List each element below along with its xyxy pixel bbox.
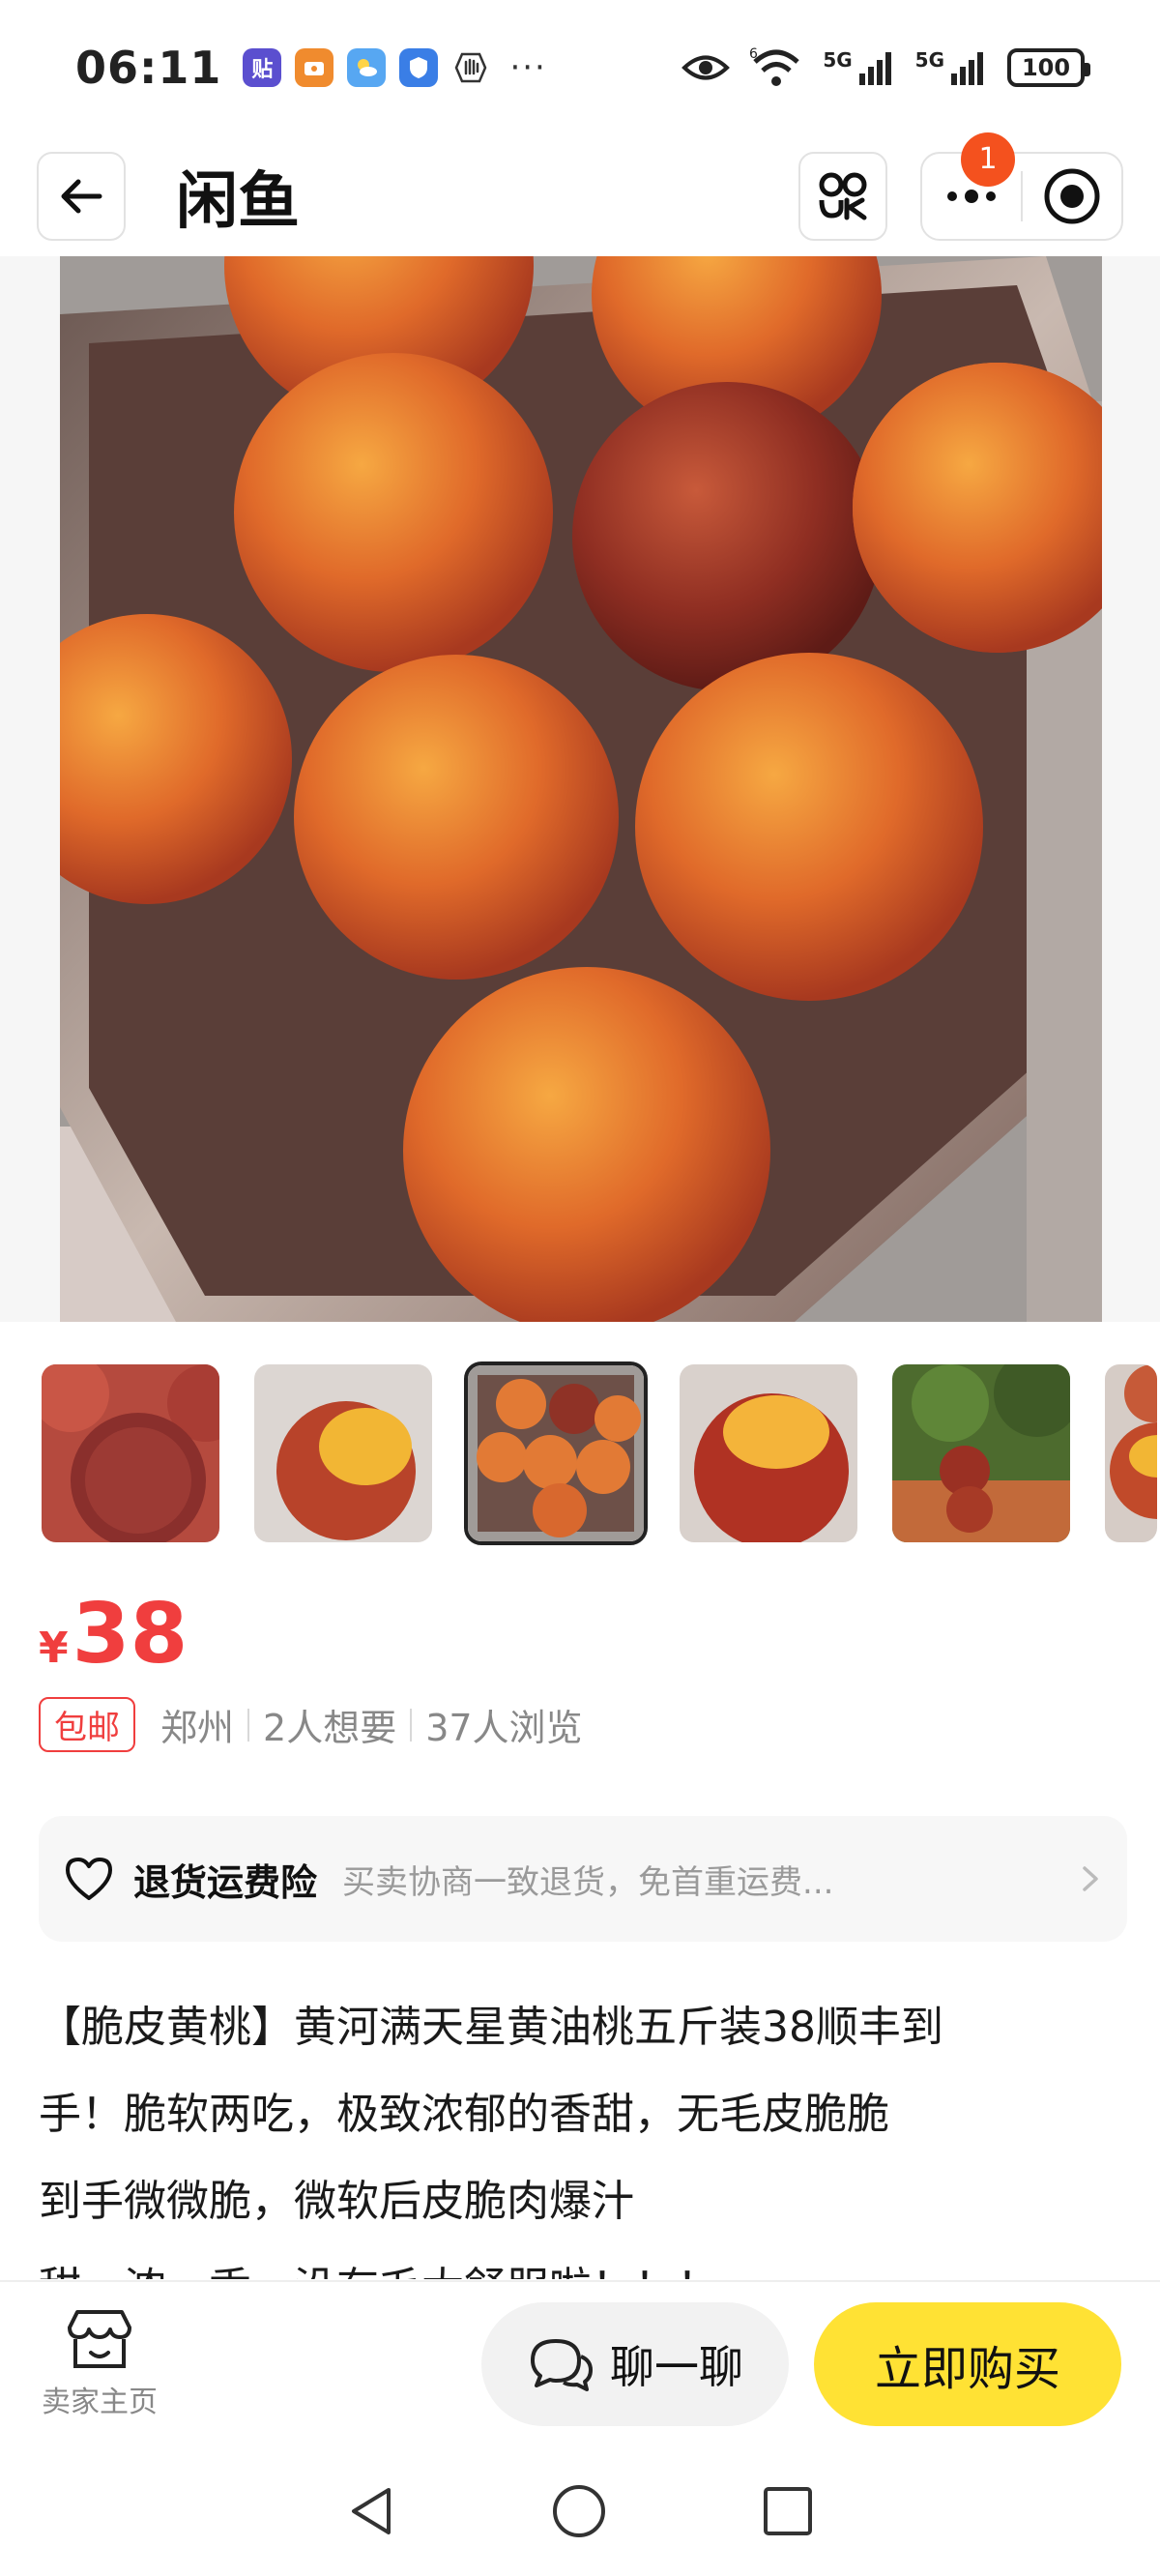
top-nav: 闲鱼 1 [0, 132, 1160, 256]
product-meta: 包邮 郑州 2人想要 37人浏览 [39, 1697, 583, 1752]
chat-label: 聊一聊 [610, 2341, 743, 2393]
product-image-area [0, 256, 1160, 1322]
buy-now-button[interactable]: 立即购买 [814, 2302, 1121, 2426]
scan-button[interactable] [798, 151, 887, 241]
status-bar: 06:11 贴 ··· 6 5G 5G 100 [0, 0, 1160, 135]
mini-program-capsule: 1 [920, 132, 1123, 241]
views-count: 37人浏览 [425, 1707, 583, 1749]
thumbnail-4[interactable] [677, 1361, 860, 1545]
page-title: 闲鱼 [176, 165, 300, 238]
description-line: 手！脆软两吃，极致浓郁的香甜，无毛皮脆脆 [39, 2090, 889, 2139]
system-indicators: 6 5G 5G 100 [682, 46, 1090, 89]
signal-5g-1: 5G [823, 48, 895, 87]
shop-icon [68, 2310, 131, 2368]
description-line: 到手微微脆，微软后皮脆肉爆汁 [39, 2177, 634, 2226]
signal-5g-2: 5G [915, 48, 988, 87]
seller-home-button[interactable]: 卖家主页 [39, 2308, 160, 2420]
weather-app-icon [347, 48, 387, 87]
scan-icon [819, 172, 867, 220]
battery-level: 100 [1021, 54, 1071, 81]
wants-count: 2人想要 [263, 1707, 397, 1749]
heart-icon [66, 1858, 112, 1900]
buy-now-label: 立即购买 [874, 2342, 1060, 2396]
tieba-app-icon: 贴 [243, 48, 282, 87]
chevron-right-icon [1083, 1866, 1098, 1891]
insurance-description: 买卖协商一致退货，免首重运费... [342, 1862, 834, 1902]
return-shipping-insurance-row[interactable]: 退货运费险 买卖协商一致退货，免首重运费... [39, 1816, 1127, 1942]
eye-icon [682, 55, 731, 80]
product-main-image[interactable] [60, 256, 1102, 1322]
back-triangle-icon[interactable] [346, 2484, 396, 2538]
target-circle-icon [1044, 168, 1100, 223]
security-app-icon [399, 48, 439, 87]
hand-app-icon [451, 48, 490, 87]
notification-icons: 贴 ··· [243, 48, 546, 87]
wifi-icon: 6 [749, 46, 799, 86]
battery-icon: 100 [1007, 48, 1090, 87]
chat-bubble-icon [531, 2339, 593, 2391]
insurance-title: 退货运费险 [133, 1860, 318, 1904]
product-description: 【脆皮黄桃】黄河满天星黄油桃五斤装38顺丰到 手！脆软两吃，极致浓郁的香甜，无毛… [39, 1984, 1131, 2279]
thumbnail-2[interactable] [251, 1361, 435, 1545]
reward-app-icon [295, 48, 334, 87]
svg-text:6: 6 [749, 46, 758, 62]
description-line: 【脆皮黄桃】黄河满天星黄油桃五斤装38顺丰到 [39, 2003, 943, 2052]
price-amount: 38 [72, 1586, 188, 1683]
thumbnail-5[interactable] [889, 1361, 1073, 1545]
close-miniapp-button[interactable] [1023, 154, 1121, 239]
clock: 06:11 [75, 42, 222, 94]
seller-home-label: 卖家主页 [42, 2386, 158, 2419]
currency-symbol: ¥ [39, 1624, 69, 1673]
description-line: 甜、浓、香，没有毛太舒服啦！！！ [39, 2245, 1131, 2279]
location: 郑州 [160, 1707, 235, 1749]
chat-button[interactable]: 聊一聊 [481, 2302, 789, 2426]
system-navigation-bar [0, 2446, 1160, 2576]
thumbnail-3-selected[interactable] [464, 1361, 648, 1545]
thumbnail-strip [39, 1361, 1160, 1545]
more-notifications-icon: ··· [509, 48, 547, 87]
thumbnail-1[interactable] [39, 1361, 222, 1545]
signal-icon [951, 52, 983, 85]
back-button[interactable] [37, 151, 126, 241]
price: ¥ 38 [39, 1586, 188, 1683]
free-shipping-tag: 包邮 [39, 1697, 135, 1752]
thumbnail-6[interactable] [1102, 1361, 1160, 1545]
bottom-action-bar: 卖家主页 聊一聊 立即购买 [0, 2280, 1160, 2446]
message-badge: 1 [961, 132, 1015, 187]
recents-square-icon[interactable] [762, 2485, 814, 2537]
home-circle-icon[interactable] [551, 2483, 607, 2539]
signal-icon [858, 52, 891, 85]
more-dots-icon [947, 189, 996, 203]
back-arrow-icon [61, 179, 102, 213]
